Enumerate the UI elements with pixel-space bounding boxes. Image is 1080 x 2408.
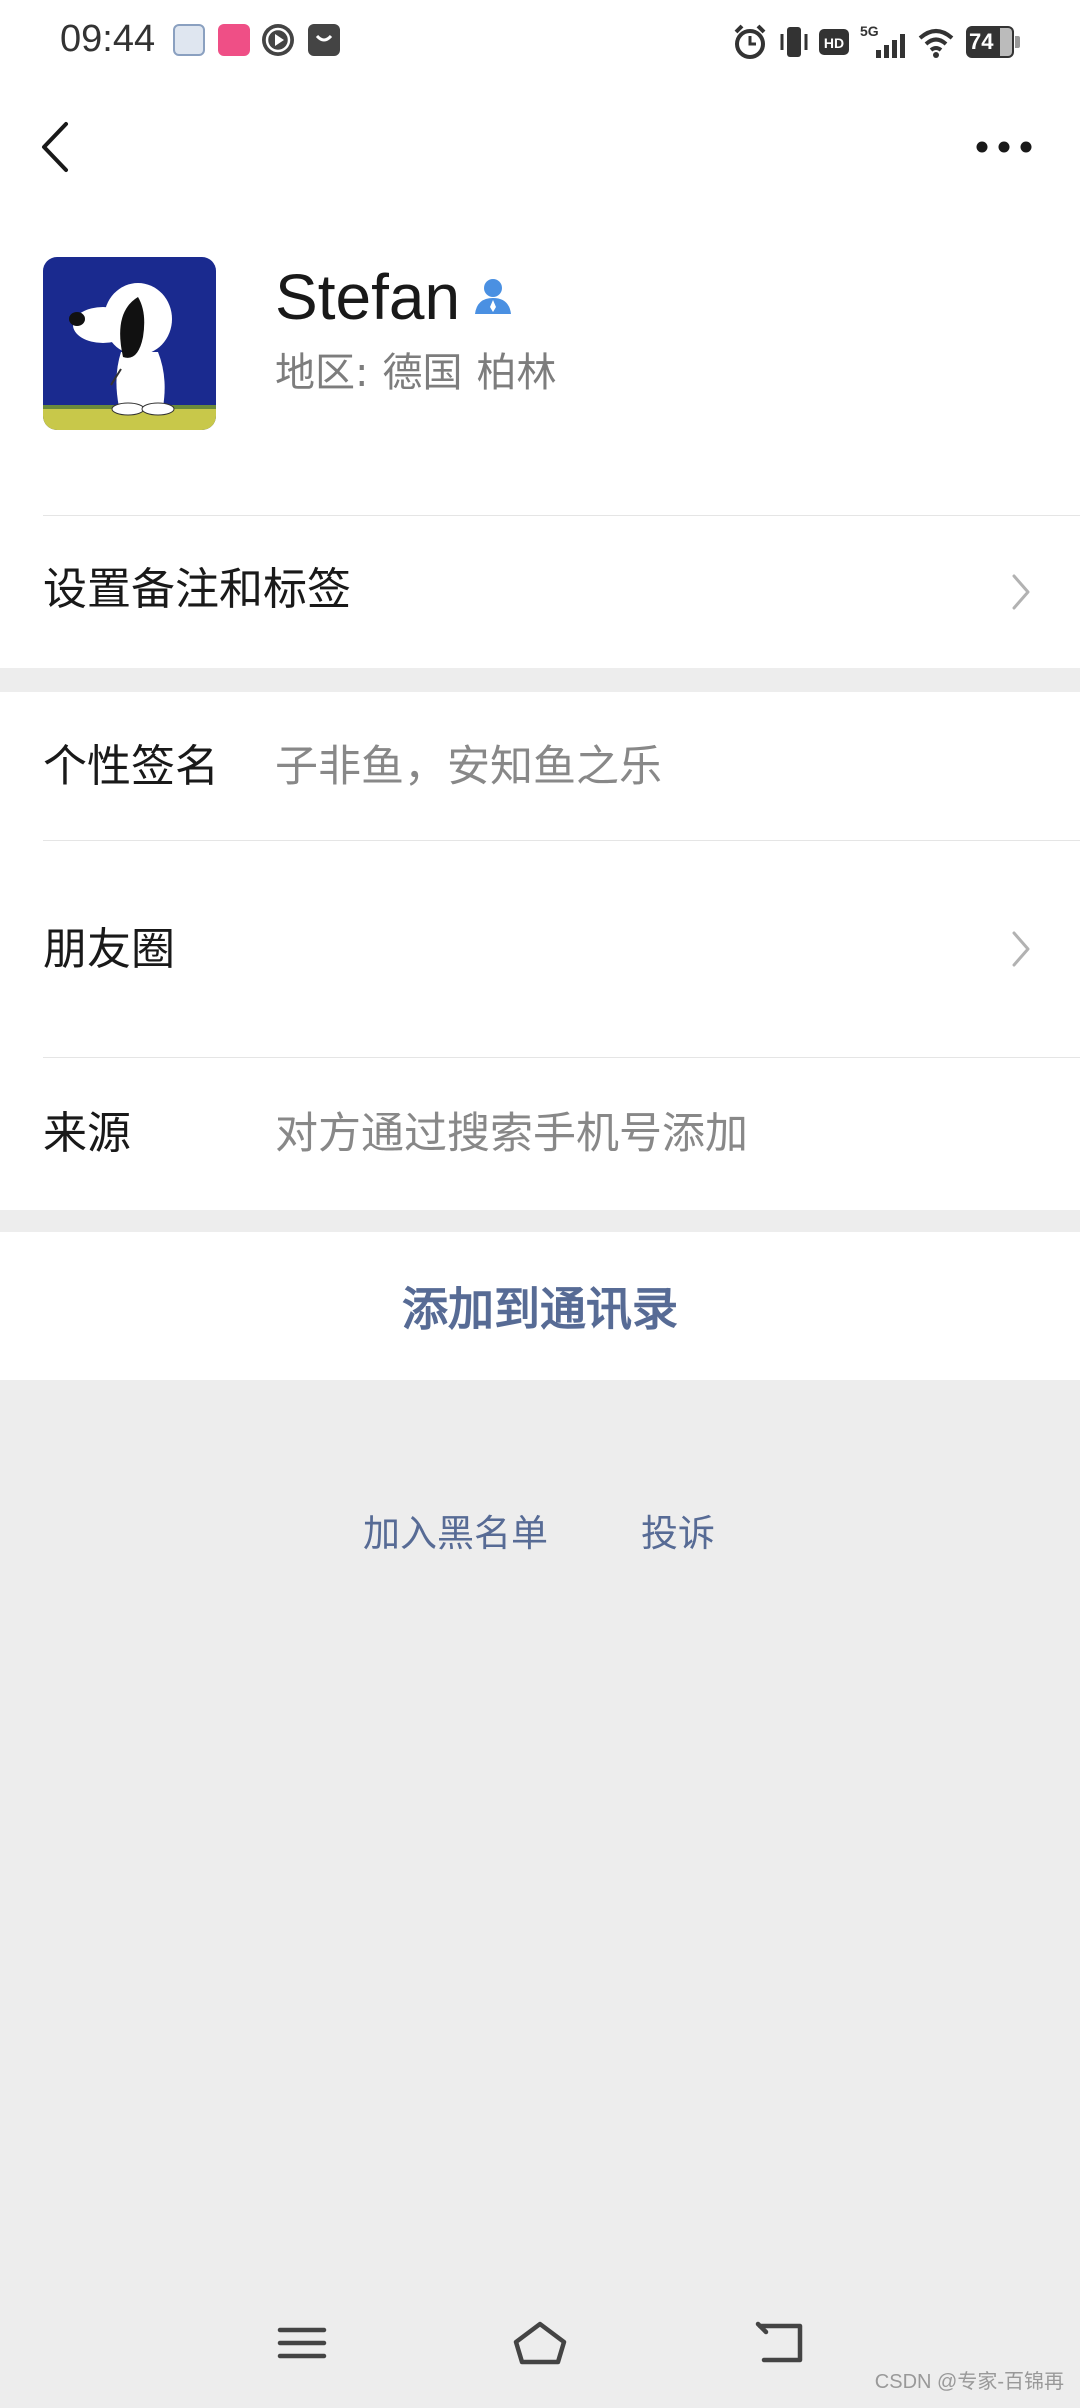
add-to-blacklist-link[interactable]: 加入黑名单 <box>363 1506 548 1562</box>
add-to-contacts-label: 添加到通讯录 <box>402 1282 678 1336</box>
avatar[interactable] <box>43 257 216 430</box>
source-row: 来源 对方通过搜索手机号添加 <box>0 1058 1080 1210</box>
more-options-button[interactable] <box>974 132 1034 162</box>
source-value: 对方通过搜索手机号添加 <box>275 1109 748 1159</box>
back-nav-icon[interactable] <box>752 2318 808 2368</box>
video-notification-icon <box>262 24 294 56</box>
battery-level: 74 <box>969 29 994 54</box>
chevron-right-icon <box>1012 931 1030 967</box>
menu-icon[interactable] <box>274 2318 330 2368</box>
watermark: CSDN @专家-百锦再 <box>874 2371 1064 2393</box>
app-notification-icon <box>218 24 250 56</box>
back-button[interactable] <box>38 120 72 174</box>
svg-text:5G: 5G <box>860 23 879 39</box>
battery-icon: 74 <box>966 26 1020 58</box>
alarm-icon <box>734 24 766 59</box>
region-country: 德国 <box>382 350 463 396</box>
wifi-icon <box>918 29 954 58</box>
snoopy-avatar-image <box>43 257 216 430</box>
region-label: 地区: <box>275 350 369 396</box>
contact-name: Stefan <box>275 261 461 333</box>
cellular-signal-icon: 5G <box>860 23 905 58</box>
remark-and-tags-label: 设置备注和标签 <box>43 564 351 615</box>
chevron-right-icon <box>1012 574 1030 610</box>
moments-label: 朋友圈 <box>43 924 175 975</box>
add-to-contacts-button[interactable]: 添加到通讯录 <box>0 1232 1080 1380</box>
status-bar: 09:44 HD 5G 74 <box>0 0 1080 84</box>
app-notification-icon <box>173 24 205 56</box>
remark-and-tags-row[interactable]: 设置备注和标签 <box>0 516 1080 668</box>
signature-value: 子非鱼，安知鱼之乐 <box>275 742 662 792</box>
chevron-left-icon <box>42 122 68 172</box>
signature-row: 个性签名 子非鱼，安知鱼之乐 <box>0 692 1080 840</box>
signature-label: 个性签名 <box>43 741 219 792</box>
region-info: 地区: 德国 柏林 <box>275 345 570 401</box>
moments-row[interactable]: 朋友圈 <box>0 841 1080 1057</box>
status-time: 09:44 <box>60 18 156 60</box>
region-city: 柏林 <box>476 350 557 396</box>
bag-notification-icon <box>308 24 340 56</box>
ellipsis-icon <box>976 141 1032 153</box>
report-link[interactable]: 投诉 <box>641 1506 715 1562</box>
home-icon[interactable] <box>512 2318 568 2368</box>
vibrate-icon <box>780 27 808 57</box>
source-label: 来源 <box>43 1108 131 1159</box>
svg-text:HD: HD <box>824 35 844 51</box>
person-icon <box>475 279 511 314</box>
hd-icon: HD <box>819 29 849 55</box>
